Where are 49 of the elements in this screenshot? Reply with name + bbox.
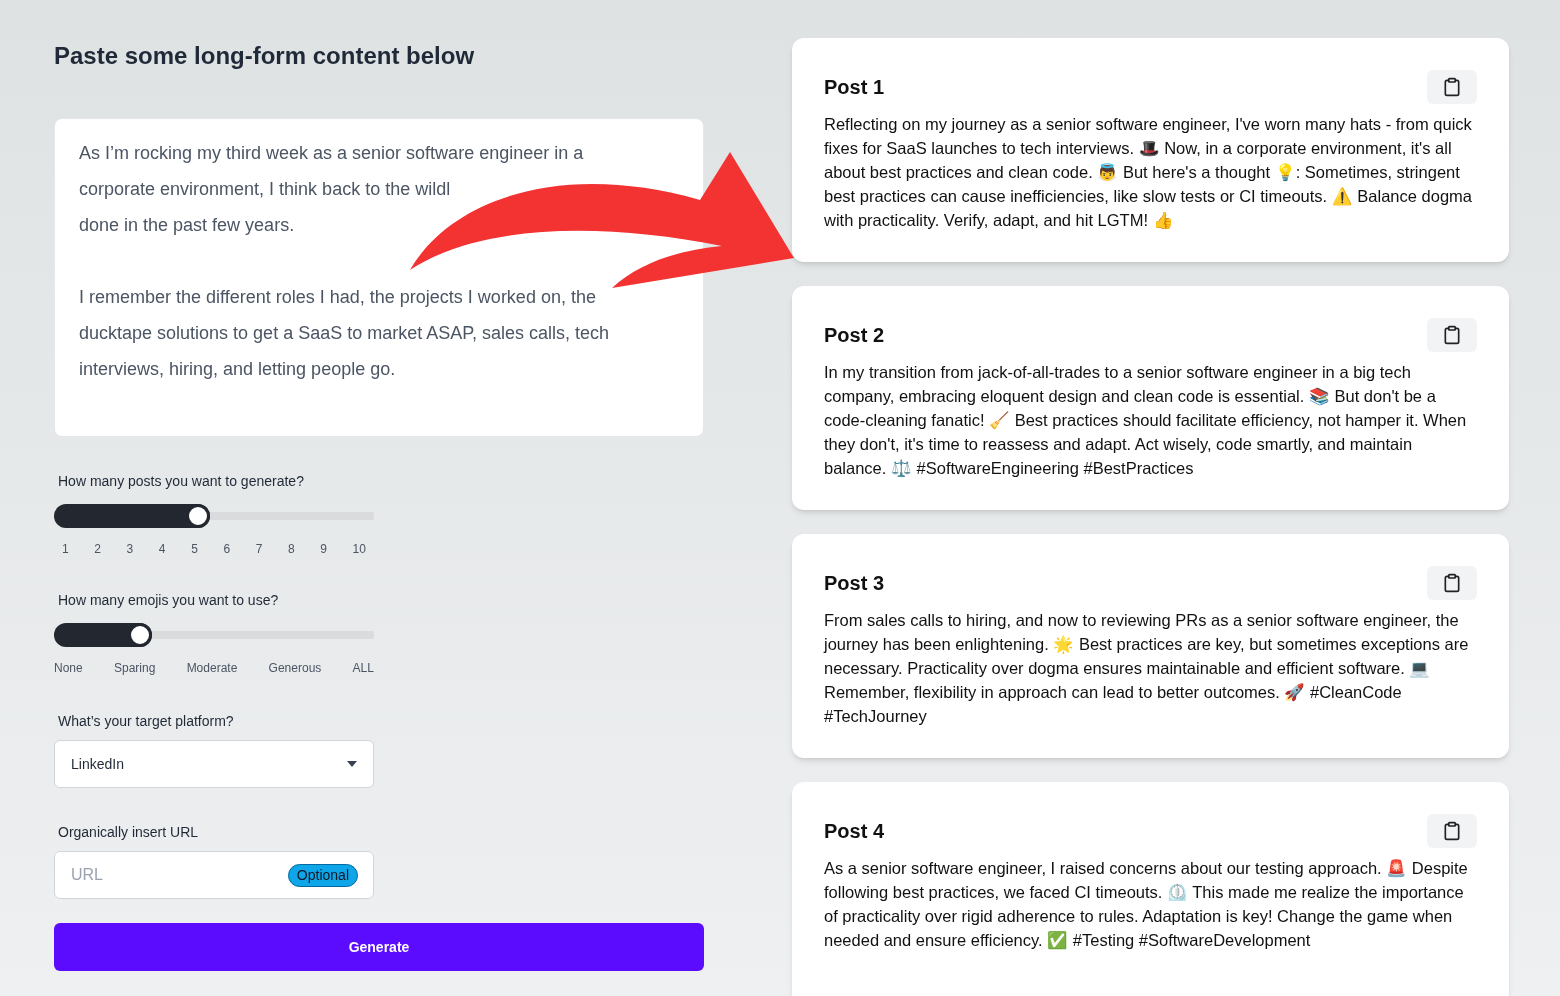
tick-label: 5	[191, 541, 198, 558]
clipboard-icon	[1442, 325, 1462, 345]
post-text: As a senior software engineer, I raised concerns about our testing approach. 🚨 Despite following best practices, we faced CI timeouts. ⏲ This made me realize the importance of practicality over rigid adherence to rules. Adaptation is key! Change the game when needed and ensure efficiency. ✅ #Testing #SoftwareDevelopment	[824, 858, 1469, 952]
tick-label: 7	[255, 541, 263, 558]
caret-icon	[347, 761, 357, 767]
post-text: Reflecting on my journey as a senior software engineer, I've worn many hats - from quick fixes for SaaS launches to tech interviews. 🎩 Now, in a corporate environment, it's all about best practices and clean code. 👼 But here's a thought 💡: Sometimes, stringent best practices can cause inefficiencies, like slow tests or CI timeouts. ⚠ Balance dogma with practicality. Verify, adapt, and hit LGTM! 👍	[824, 114, 1473, 231]
copy-button[interactable]	[1427, 566, 1477, 600]
tick-label: 4	[158, 541, 166, 558]
post-text: In my transition from jack-of-all-trades to a senior software engineer in a big tech company, embracing eloquent design and clean code is essential. 📚 But don't be a code-cleaning fanatic! 🧹 Best practices should facilitate efficiency, not hamper it. When they don't, it's time to reassess and adapt. Act wisely, code smartly, and maintain balance. ⚖ #SoftwareEngineering #BestPractices	[824, 362, 1468, 479]
tick-label: 2	[94, 541, 101, 558]
content-line: ducktape solutions to get a SaaS to market ASAP, sales calls, tech	[79, 322, 610, 345]
post-text: From sales calls to hiring, and now to reviewing PRs as a senior software engineer, the journey has been enlightening. 🌟 Best practices are key, but sometimes exceptions are necessary. Practicality over dogma ensures maintainable and efficient software. 💻 Remember, flexibility in approach can lead to better outcomes. 🚀 #CleanCode #TechJourney	[824, 610, 1470, 727]
tick-label: 9	[320, 541, 327, 558]
generate-button[interactable]: Generate	[54, 923, 704, 971]
tick-label: Sparing	[113, 660, 156, 677]
tick-label: 1	[62, 541, 69, 558]
tick-label: 8	[287, 541, 295, 558]
content-line: As I’m rocking my third week as a senior software engineer in a	[79, 142, 585, 165]
slider-label: How many emojis you want to use?	[57, 591, 280, 610]
content-line: corporate environment, I think back to the wildl	[79, 178, 452, 201]
clipboard-icon	[1442, 573, 1462, 593]
clipboard-icon	[1442, 821, 1462, 841]
tick-label: None	[54, 660, 83, 677]
tick-label: 3	[126, 541, 134, 558]
slider-thumb[interactable]	[186, 504, 210, 528]
slider-label: How many posts you want to generate?	[57, 472, 305, 491]
platform-select[interactable]: LinkedIn	[54, 740, 374, 788]
page-heading: Paste some long-form content below	[54, 41, 476, 71]
url-label: Organically insert URL	[57, 823, 200, 842]
copy-button[interactable]	[1427, 70, 1477, 104]
clipboard-icon	[1442, 77, 1462, 97]
post-title: Post 3	[824, 571, 885, 596]
tick-label: 6	[223, 541, 231, 558]
tick-label: Generous	[268, 660, 322, 677]
copy-button[interactable]	[1427, 318, 1477, 352]
tick-label: ALL	[352, 660, 374, 677]
optional-badge: Optional	[287, 864, 358, 887]
post-title: Post 4	[824, 819, 885, 844]
post-title: Post 2	[824, 323, 885, 348]
content-line: interviews, hiring, and letting people go.	[79, 358, 397, 381]
content-line: done in the past few years.	[79, 214, 296, 237]
content-line: I remember the different roles I had, the projects I worked on, the	[79, 286, 597, 309]
copy-button[interactable]	[1427, 814, 1477, 848]
tick-label: 10	[352, 541, 366, 558]
slider-thumb[interactable]	[128, 623, 153, 647]
platform-label: What’s your target platform?	[57, 712, 235, 731]
tick-label: Moderate	[186, 660, 238, 677]
post-title: Post 1	[824, 75, 885, 100]
content-textarea[interactable]	[54, 118, 704, 437]
